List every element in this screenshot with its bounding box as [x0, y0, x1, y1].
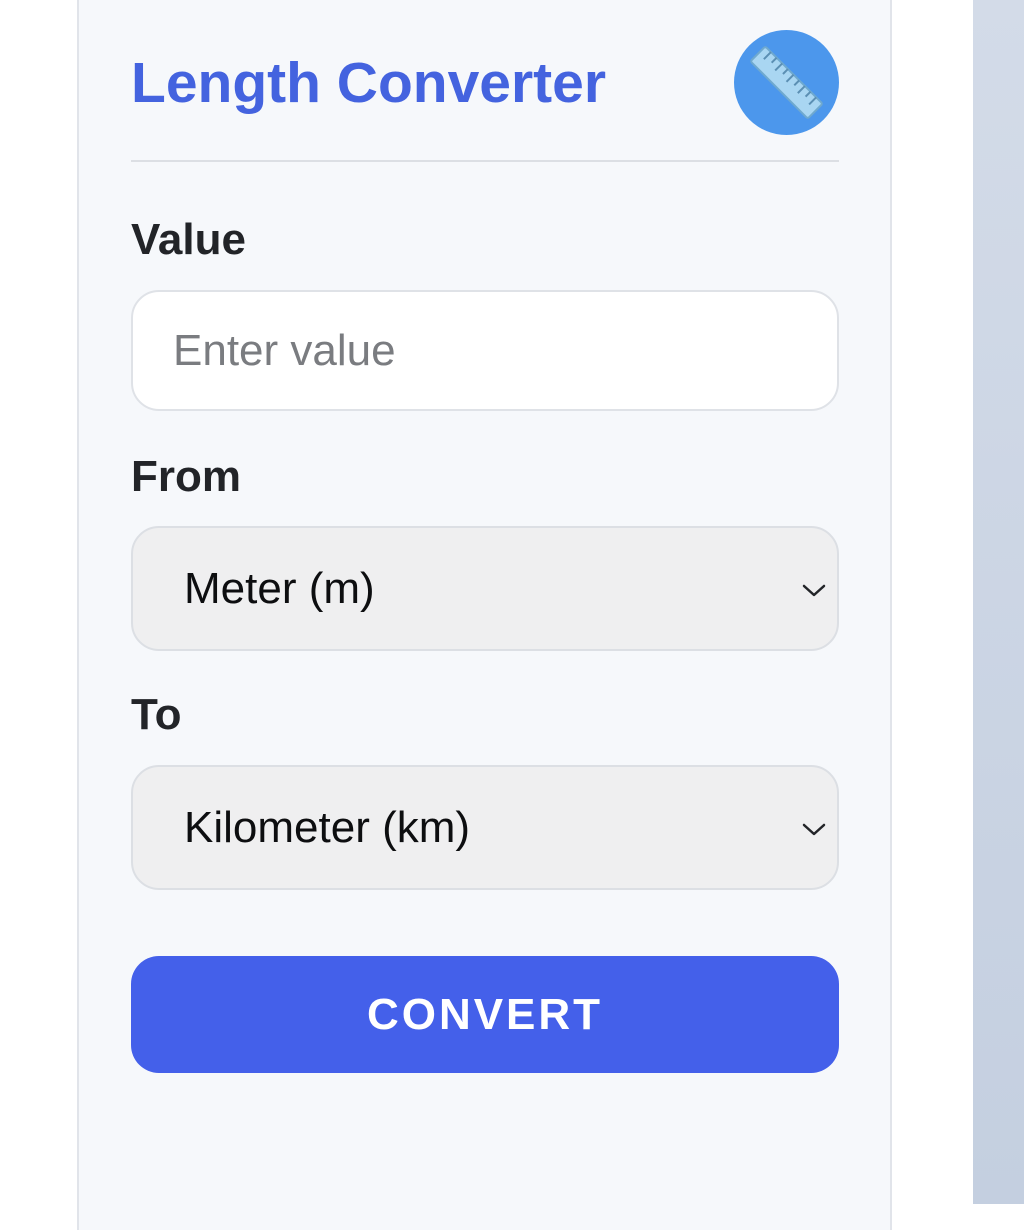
to-label: To	[131, 690, 182, 739]
chevron-down-icon	[802, 823, 826, 836]
to-unit-selected-value: Kilometer (km)	[184, 803, 471, 852]
to-unit-select[interactable]: Kilometer (km)	[131, 765, 839, 890]
from-unit-selected-value: Meter (m)	[184, 564, 375, 613]
page-title: Length Converter	[131, 51, 607, 115]
header-divider	[131, 160, 839, 162]
from-label: From	[131, 452, 241, 501]
ruler-icon-badge	[734, 30, 839, 135]
ruler-icon	[750, 46, 823, 119]
chevron-down-icon	[802, 584, 826, 597]
page-background-strip	[973, 0, 1024, 1204]
from-unit-select[interactable]: Meter (m)	[131, 526, 839, 651]
value-input[interactable]	[131, 290, 839, 411]
value-label: Value	[131, 215, 246, 264]
convert-button[interactable]: CONVERT	[131, 956, 839, 1073]
